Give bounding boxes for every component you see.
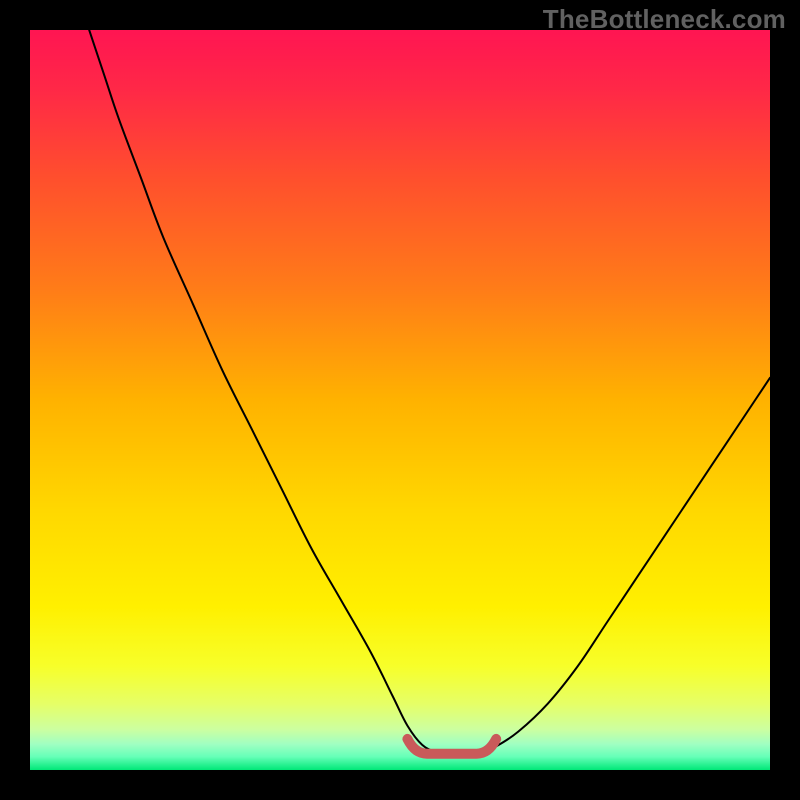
- chart-frame: TheBottleneck.com: [0, 0, 800, 800]
- plot-area: [30, 30, 770, 770]
- heatmap-background: [30, 30, 770, 770]
- chart-svg: [30, 30, 770, 770]
- watermark-text: TheBottleneck.com: [543, 4, 786, 35]
